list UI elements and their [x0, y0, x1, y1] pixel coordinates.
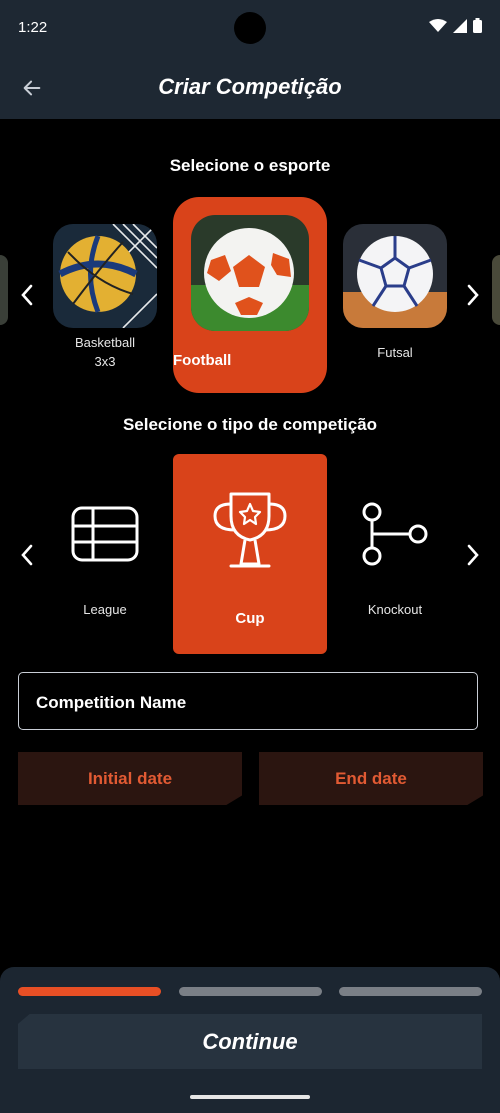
sport-peek-right: [492, 255, 500, 325]
initial-date-button[interactable]: Initial date: [18, 752, 242, 805]
continue-label: Continue: [202, 1029, 298, 1054]
sport-peek-left: [0, 255, 8, 325]
sport-next-button[interactable]: [458, 280, 488, 310]
end-date-label: End date: [335, 769, 407, 788]
sport-label-football: Football: [173, 352, 232, 369]
competition-card-cup-selected[interactable]: Cup: [173, 454, 327, 654]
continue-button[interactable]: Continue: [18, 1014, 482, 1069]
chevron-left-icon: [21, 544, 33, 566]
step-indicator-2: [179, 987, 322, 996]
competition-name-placeholder: Competition Name: [36, 693, 187, 712]
sport-label-futsal: Futsal: [377, 345, 413, 360]
competition-card-league[interactable]: League: [50, 490, 160, 630]
table-grid-icon: [71, 506, 139, 562]
sport-prev-button[interactable]: [12, 280, 42, 310]
bottom-panel: Continue: [0, 967, 500, 1113]
step-indicator-1-active: [18, 987, 161, 996]
competition-label-cup: Cup: [235, 610, 265, 627]
initial-date-label: Initial date: [87, 769, 173, 788]
status-icons: [429, 18, 482, 33]
futsal-image: [343, 224, 447, 328]
end-date-button[interactable]: End date: [259, 752, 483, 805]
sport-label-basketball: Basketball 3x3: [75, 335, 135, 369]
chevron-left-icon: [21, 284, 33, 306]
basketball-image: [53, 224, 157, 328]
sport-card-football-selected[interactable]: Football: [173, 197, 327, 393]
app-bar: Criar Competição: [0, 56, 500, 119]
home-indicator[interactable]: [190, 1095, 310, 1099]
battery-icon: [473, 18, 482, 33]
competition-label-league: League: [83, 602, 127, 617]
competition-prev-button[interactable]: [12, 540, 42, 570]
status-time: 1:22: [18, 19, 48, 36]
status-bar: 1:22: [0, 0, 500, 56]
football-image: [191, 215, 309, 331]
sport-section-title: Selecione o esporte: [169, 156, 331, 175]
sport-card-basketball[interactable]: Basketball 3x3: [48, 222, 162, 372]
competition-next-button[interactable]: [458, 540, 488, 570]
step-indicator-3: [339, 987, 482, 996]
trophy-icon: [213, 492, 287, 568]
chevron-right-icon: [467, 284, 479, 306]
competition-section-title: Selecione o tipo de competição: [122, 415, 378, 434]
chevron-right-icon: [467, 544, 479, 566]
camera-cutout: [234, 12, 266, 44]
bracket-icon: [362, 502, 428, 566]
competition-label-knockout: Knockout: [367, 602, 423, 617]
page-title: Criar Competição: [158, 74, 342, 99]
competition-card-knockout[interactable]: Knockout: [340, 490, 450, 630]
sport-card-futsal[interactable]: Futsal: [338, 222, 452, 372]
competition-name-input[interactable]: Competition Name: [18, 672, 478, 730]
signal-icon: [453, 18, 467, 33]
wifi-icon: [429, 18, 447, 32]
